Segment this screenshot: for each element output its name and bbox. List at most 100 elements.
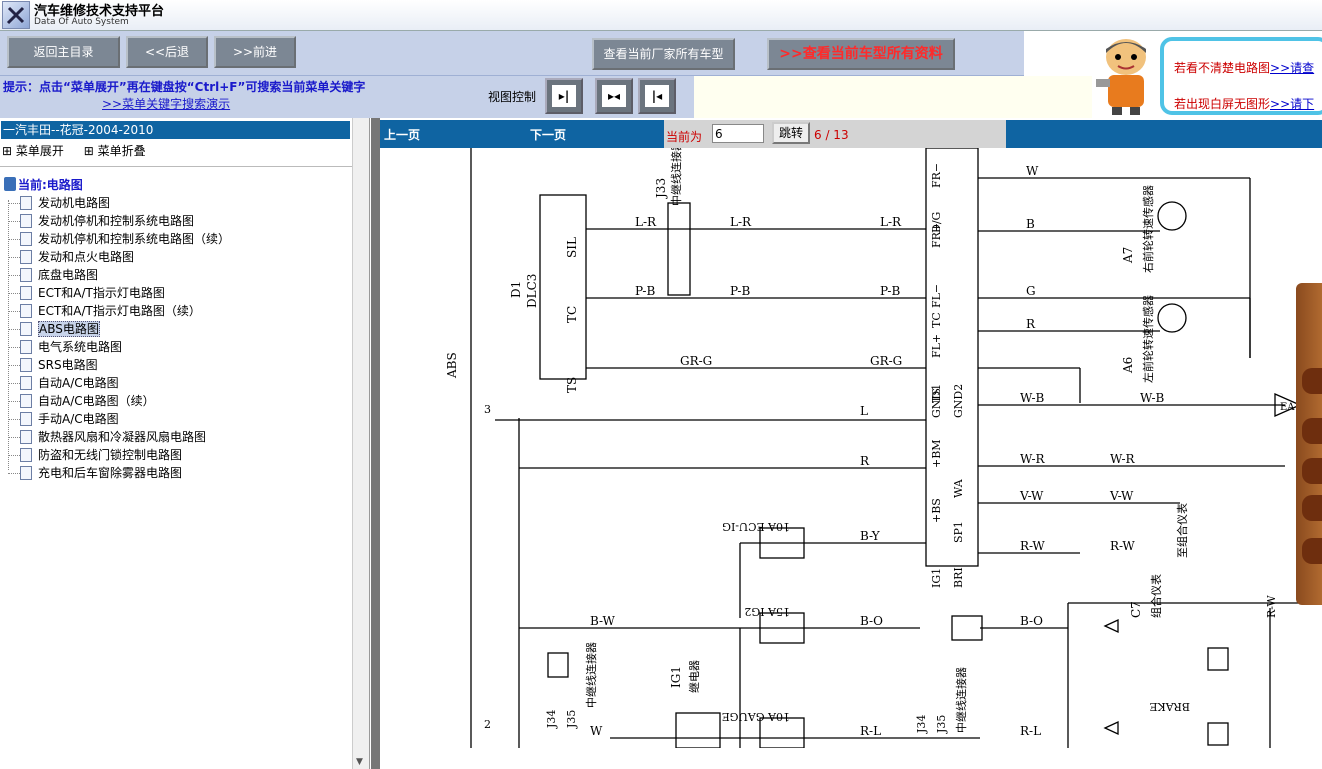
jump-button[interactable]: 跳转 — [772, 122, 810, 144]
next-page-link[interactable]: 下一页 — [530, 126, 566, 143]
tree-item-label: 发动和点火电路图 — [38, 250, 135, 264]
svg-text:P-B: P-B — [635, 284, 655, 298]
tree-item[interactable]: 防盗和无线门锁控制电路图 — [8, 446, 230, 464]
widget-button-4[interactable] — [1302, 495, 1322, 521]
all-data-button[interactable]: >>查看当前车型所有资料 — [767, 38, 955, 70]
widget-button-3[interactable] — [1302, 458, 1322, 484]
view-fit-left-button[interactable]: |◂ — [638, 78, 676, 114]
tree-item-label: 发动机电路图 — [38, 196, 111, 210]
tree-connector — [8, 203, 20, 204]
document-icon — [20, 250, 32, 264]
tree-item[interactable]: ECT和A/T指示灯电路图（续） — [8, 302, 230, 320]
svg-text:R: R — [860, 454, 870, 468]
svg-text:B-O: B-O — [860, 614, 883, 628]
tree-item[interactable]: 自动A/C电路图（续） — [8, 392, 230, 410]
view-fit-width-button[interactable]: ▸| — [545, 78, 583, 114]
svg-text:P-B: P-B — [880, 284, 900, 298]
document-icon — [20, 322, 32, 336]
notice-link-1[interactable]: >>请查 — [1270, 61, 1314, 75]
tree-item[interactable]: 发动和点火电路图 — [8, 248, 230, 266]
sidebar: 一汽丰田--花冠-2004-2010 ⊞ 菜单展开 ⊞ 菜单折叠 当前:电路图 … — [0, 118, 370, 769]
mascot-icon — [1096, 39, 1146, 115]
app-header: 汽车维修技术支持平台 Data Of Auto System — [0, 0, 1322, 31]
svg-text:10A ECU-IG: 10A ECU-IG — [722, 520, 790, 533]
svg-text:B-W: B-W — [590, 614, 615, 628]
floating-widget[interactable] — [1296, 283, 1322, 605]
tree-connector — [8, 401, 20, 402]
page-number-input[interactable] — [712, 124, 764, 143]
arrow-right-icon: ▸| — [552, 85, 576, 107]
menu-controls: ⊞ 菜单展开 ⊞ 菜单折叠 — [2, 142, 162, 159]
menu-expand-button[interactable]: ⊞ 菜单展开 — [2, 144, 72, 158]
svg-text:V-W: V-W — [1109, 489, 1134, 503]
svg-text:C7: C7 — [1129, 601, 1143, 618]
all-models-button[interactable]: 查看当前厂家所有车型 — [592, 38, 735, 70]
svg-text:FL−: FL− — [930, 284, 943, 308]
svg-text:TS: TS — [565, 377, 579, 393]
widget-button-1[interactable] — [1302, 368, 1322, 394]
tree-root-label: 当前:电路图 — [18, 178, 83, 192]
tree-list: 发动机电路图发动机停机和控制系统电路图发动机停机和控制系统电路图（续） 发动和点火… — [8, 194, 231, 482]
tree-item-label: ABS电路图 — [38, 321, 100, 337]
tree-item[interactable]: 发动机停机和控制系统电路图 — [8, 212, 230, 230]
document-icon — [20, 304, 32, 318]
tree-item[interactable]: 发动机电路图 — [8, 194, 230, 212]
tree-root[interactable]: 当前:电路图 — [4, 176, 83, 193]
tree-item[interactable]: 散热器风扇和冷凝器风扇电路图 — [8, 428, 230, 446]
svg-text:+BS: +BS — [930, 498, 943, 523]
tree-item-label: 防盗和无线门锁控制电路图 — [38, 448, 183, 462]
scroll-down-icon[interactable]: ▼ — [356, 757, 363, 767]
notice-link-2[interactable]: >>请下 — [1270, 97, 1314, 111]
svg-text:GR-G: GR-G — [680, 354, 712, 368]
document-icon — [20, 286, 32, 300]
svg-text:D/G: D/G — [930, 212, 943, 233]
svg-text:J34: J34 — [915, 715, 928, 734]
svg-text:W: W — [590, 724, 603, 738]
svg-text:GR-G: GR-G — [870, 354, 902, 368]
home-button[interactable]: 返回主目录 — [7, 36, 120, 68]
tree-item[interactable]: ABS电路图 — [8, 320, 230, 338]
back-button[interactable]: <<后退 — [126, 36, 208, 68]
prev-page-link[interactable]: 上一页 — [384, 126, 420, 143]
content-pane: 上一页 下一页 当前为 跳转 6 / 13 — [380, 118, 1322, 769]
sidebar-scrollbar[interactable]: ▼ — [352, 118, 369, 769]
tree-connector — [8, 347, 20, 348]
tree-item[interactable]: SRS电路图 — [8, 356, 230, 374]
svg-text:DLC3: DLC3 — [525, 274, 539, 308]
forward-button[interactable]: >>前进 — [214, 36, 296, 68]
tree-item-label: 自动A/C电路图（续） — [38, 394, 155, 408]
svg-text:2: 2 — [484, 718, 491, 731]
tree-connector — [8, 293, 20, 294]
tree-item[interactable]: 底盘电路图 — [8, 266, 230, 284]
tree-item-label: 散热器风扇和冷凝器风扇电路图 — [38, 430, 207, 444]
search-demo-link[interactable]: >>菜单关键字搜索演示 — [102, 95, 230, 112]
svg-text:TC: TC — [930, 312, 943, 328]
svg-text:WA: WA — [952, 478, 965, 498]
svg-text:B-O: B-O — [1020, 614, 1043, 628]
tree-item-label: 发动机停机和控制系统电路图（续） — [38, 232, 231, 246]
app-subtitle: Data Of Auto System — [34, 17, 129, 27]
svg-text:IG1: IG1 — [930, 568, 943, 588]
document-icon — [20, 394, 32, 408]
svg-text:L-R: L-R — [730, 215, 752, 229]
tree-item[interactable]: ECT和A/T指示灯电路图 — [8, 284, 230, 302]
tree-item[interactable]: 充电和后车窗除雾器电路图 — [8, 464, 230, 482]
widget-button-5[interactable] — [1302, 538, 1322, 564]
tree-item[interactable]: 电气系统电路图 — [8, 338, 230, 356]
frame-splitter[interactable] — [371, 118, 380, 769]
document-icon — [20, 412, 32, 426]
widget-button-2[interactable] — [1302, 418, 1322, 444]
svg-text:B-Y: B-Y — [860, 529, 881, 543]
tree-connector — [8, 311, 20, 312]
help-panel: 若看不清楚电路图>>请查 若出现白屏无图形>>请下 — [1092, 31, 1322, 118]
tree-item-label: 发动机停机和控制系统电路图 — [38, 214, 195, 228]
tree-item[interactable]: 手动A/C电路图 — [8, 410, 230, 428]
svg-text:R-W: R-W — [1020, 539, 1045, 553]
tree-item[interactable]: 发动机停机和控制系统电路图（续） — [8, 230, 231, 248]
svg-text:10A GAUGE: 10A GAUGE — [722, 710, 790, 723]
tree-item[interactable]: 自动A/C电路图 — [8, 374, 230, 392]
svg-text:R-L: R-L — [1020, 724, 1041, 738]
menu-collapse-button[interactable]: ⊞ 菜单折叠 — [84, 144, 154, 158]
svg-text:P-B: P-B — [730, 284, 750, 298]
view-fit-both-button[interactable]: ▸◂ — [595, 78, 633, 114]
